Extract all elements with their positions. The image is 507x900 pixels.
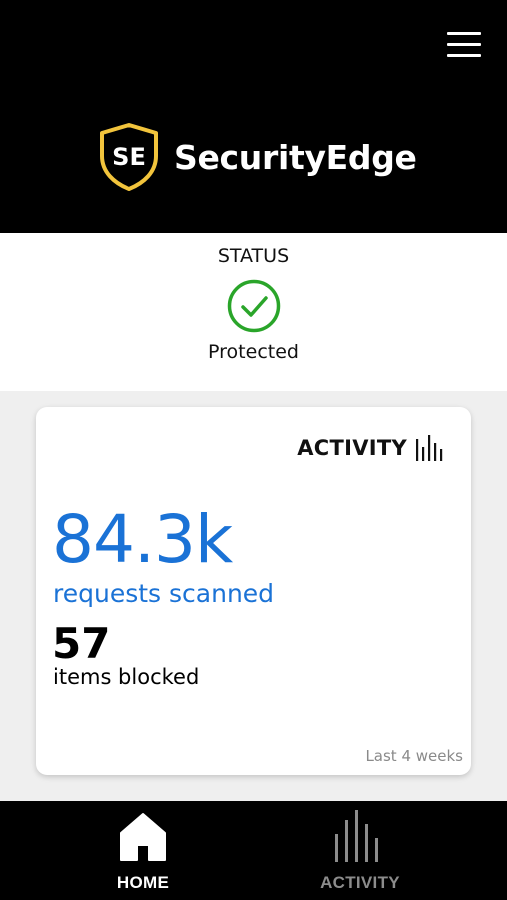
nav-label-activity: ACTIVITY <box>320 873 400 892</box>
hamburger-menu-icon[interactable] <box>447 30 481 60</box>
period-label: Last 4 weeks <box>365 747 463 765</box>
requests-scanned-label: requests scanned <box>53 579 275 608</box>
status-title: STATUS <box>217 245 290 267</box>
app-header: SE SecurityEdge <box>0 0 507 233</box>
nav-item-activity[interactable]: ACTIVITY <box>233 801 487 900</box>
bottom-nav: HOME ACTIVITY <box>0 801 507 900</box>
nav-item-home[interactable]: HOME <box>16 801 270 900</box>
brand-name: SecurityEdge <box>174 137 417 177</box>
activity-bars-icon <box>335 810 378 862</box>
items-blocked-label: items blocked <box>53 665 200 689</box>
activity-card[interactable]: ACTIVITY 84.3k requests scanned 57 items… <box>36 407 471 775</box>
activity-card-title: ACTIVITY <box>297 436 407 460</box>
nav-label-home: HOME <box>116 873 170 892</box>
requests-scanned-value: 84.3k <box>52 501 233 578</box>
activity-bars-icon <box>416 435 443 461</box>
status-panel: STATUS Protected <box>0 233 507 391</box>
shield-logo-icon: SE <box>100 123 158 191</box>
activity-card-header: ACTIVITY <box>297 433 447 463</box>
home-icon <box>120 813 166 861</box>
status-value: Protected <box>208 341 299 363</box>
check-circle-icon <box>227 279 281 333</box>
brand: SE SecurityEdge <box>98 122 417 192</box>
items-blocked-value: 57 <box>52 619 111 668</box>
logo-text: SE <box>112 143 146 171</box>
